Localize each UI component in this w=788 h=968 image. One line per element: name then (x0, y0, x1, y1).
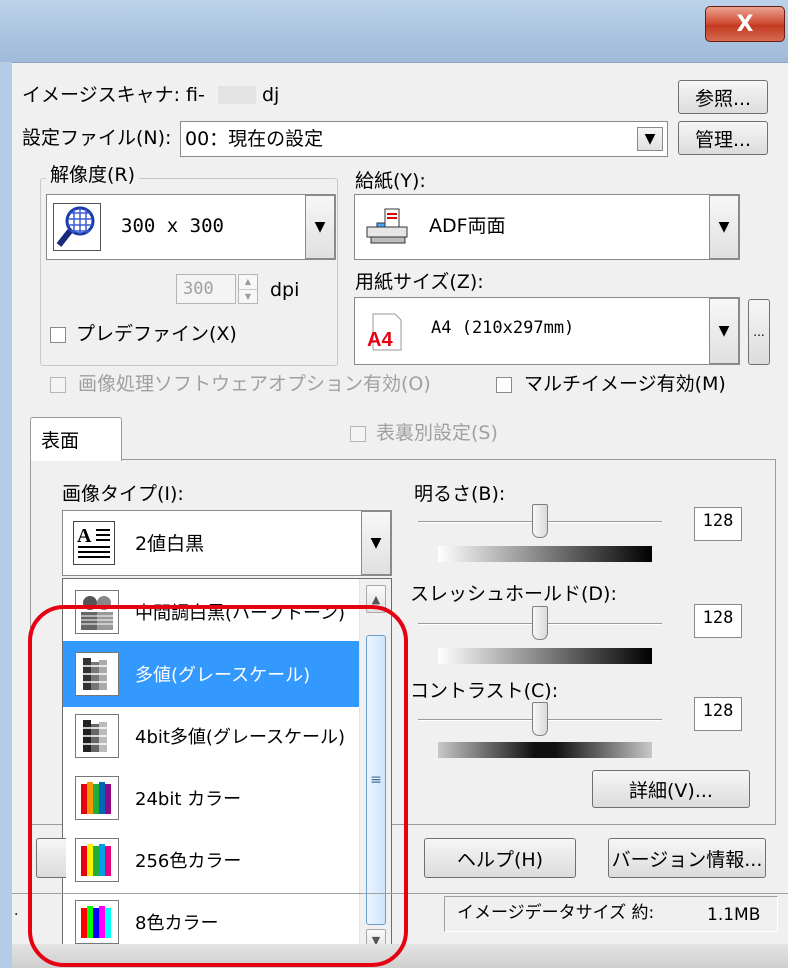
close-button[interactable]: X (705, 6, 785, 42)
image-type-label: 画像タイプ(I): (62, 483, 184, 505)
contrast-value-box[interactable]: 128 (694, 697, 742, 731)
resolution-value: 300 x 300 (121, 215, 224, 237)
help-button[interactable]: ヘルプ(H) (424, 838, 576, 878)
tab-front[interactable]: 表面 (30, 417, 122, 461)
scanner-model-redacted (218, 86, 256, 104)
contrast-ramp (438, 742, 652, 758)
paper-feed-value: ADF両面 (429, 215, 506, 237)
bw-document-icon: A (73, 521, 115, 565)
status-value: 1.1MB (707, 905, 761, 925)
detail-button[interactable]: 詳細(V)... (592, 770, 750, 808)
status-left-dot: . (14, 903, 19, 919)
brightness-ramp (438, 546, 652, 562)
paper-size-combo[interactable]: A4 A4 (210x297mm) ▼ (354, 297, 740, 365)
window-frame-left (0, 62, 12, 968)
resolution-unit: dpi (270, 279, 300, 301)
status-label: イメージデータサイズ 約: (457, 903, 655, 923)
brightness-label: 明るさ(B): (414, 483, 506, 505)
predefine-checkbox[interactable] (50, 327, 66, 343)
paper-feed-combo[interactable]: ADF両面 ▼ (354, 194, 740, 260)
svg-text:A: A (77, 525, 92, 547)
resolution-spin-value: 300 (183, 279, 214, 299)
settings-file-label: 設定ファイル(N): (22, 127, 172, 149)
highlight-annotation (28, 605, 408, 967)
scanner-label: イメージスキャナ: (22, 84, 181, 106)
contrast-slider-thumb[interactable] (532, 702, 548, 736)
chevron-down-icon[interactable]: ▼ (637, 127, 663, 151)
version-button[interactable]: バージョン情報... (608, 838, 766, 878)
settings-file-value: 00：現在の設定 (185, 128, 324, 150)
title-bar (0, 0, 788, 62)
multi-image-label: マルチイメージ有効(M) (524, 373, 726, 395)
settings-file-combo[interactable]: 00：現在の設定 ▼ (180, 121, 668, 157)
paper-size-label: 用紙サイズ(Z): (355, 271, 484, 293)
contrast-label: コントラスト(C): (410, 680, 559, 702)
status-data-size: イメージデータサイズ 約: 1.1MB (444, 896, 778, 932)
brightness-value-box[interactable]: 128 (694, 507, 742, 541)
threshold-slider-thumb[interactable] (532, 606, 548, 640)
paper-size-value: A4 (210x297mm) (431, 318, 575, 338)
spin-up-icon[interactable]: ▲ (239, 275, 257, 290)
resolution-combo[interactable]: 300 x 300 ▼ (46, 194, 336, 260)
paper-feed-dropdown-arrow[interactable]: ▼ (709, 195, 739, 259)
multi-image-checkbox[interactable] (496, 377, 512, 393)
separate-settings-label: 表裏別設定(S) (376, 422, 498, 444)
threshold-ramp (438, 648, 652, 664)
threshold-value-box[interactable]: 128 (694, 604, 742, 638)
magnifier-icon (53, 203, 101, 251)
brightness-slider-thumb[interactable] (532, 504, 548, 538)
resolution-dropdown-arrow[interactable]: ▼ (305, 195, 335, 259)
predefine-label: プレデファイン(X) (76, 323, 237, 345)
resolution-group-label: 解像度(R) (46, 166, 140, 185)
threshold-label: スレッシュホールド(D): (410, 583, 617, 605)
a4-paper-icon: A4 (365, 312, 409, 352)
tab-front-label: 表面 (41, 430, 80, 452)
scanner-feed-icon (365, 207, 409, 247)
resolution-spin-buttons[interactable]: ▲ ▼ (238, 274, 258, 304)
image-processing-label: 画像処理ソフトウェアオプション有効(O) (78, 373, 431, 395)
image-processing-checkbox[interactable] (50, 377, 66, 393)
paper-feed-label: 給紙(Y): (355, 170, 426, 192)
scanner-model-prefix: fi- (186, 84, 205, 106)
separate-settings-checkbox[interactable] (350, 426, 366, 442)
paper-size-dropdown-arrow[interactable]: ▼ (709, 298, 739, 364)
paper-size-more-button[interactable]: ... (748, 299, 770, 365)
image-type-combo[interactable]: A 2値白黒 ▼ (62, 510, 392, 576)
scanner-model-suffix: dj (262, 84, 280, 106)
a4-icon-text: A4 (367, 329, 393, 351)
image-type-dropdown-arrow[interactable]: ▼ (361, 511, 391, 575)
browse-button[interactable]: 参照... (678, 80, 768, 114)
resolution-spin-input[interactable]: 300 (176, 274, 236, 304)
spin-down-icon[interactable]: ▼ (239, 290, 257, 304)
image-type-value: 2値白黒 (135, 533, 205, 555)
manage-button[interactable]: 管理... (678, 121, 768, 155)
